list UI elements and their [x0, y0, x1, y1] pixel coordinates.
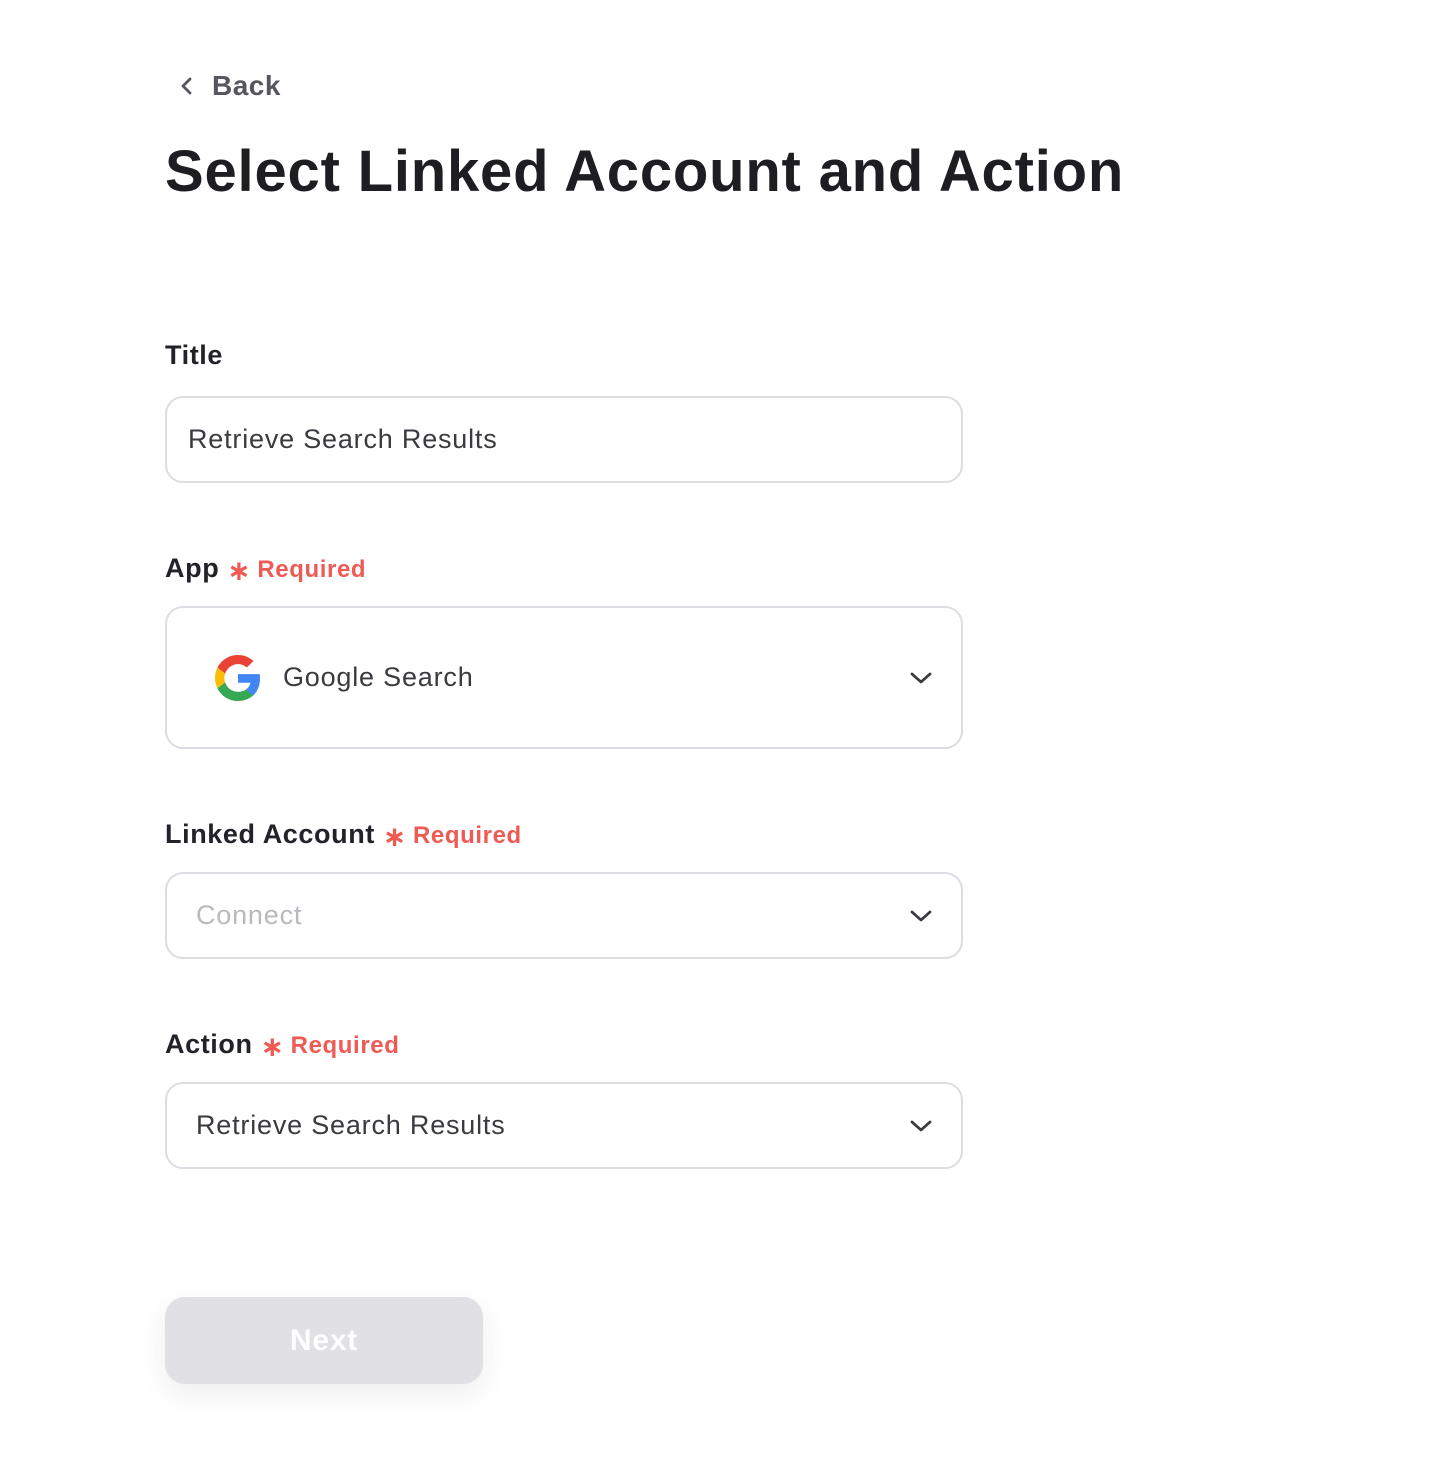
- title-label: Title: [165, 340, 223, 371]
- action-label: Action ∗ Required: [165, 1027, 400, 1062]
- chevron-down-icon: [910, 910, 932, 921]
- title-input[interactable]: Retrieve Search Results: [165, 396, 963, 483]
- required-star-icon: ∗: [227, 555, 252, 586]
- google-logo-icon: [215, 654, 261, 701]
- required-indicator: ∗ Required: [260, 1027, 400, 1062]
- required-text: Required: [290, 1032, 400, 1059]
- required-indicator: ∗ Required: [382, 817, 522, 852]
- chevron-down-icon: [910, 1120, 932, 1131]
- app-label: App ∗ Required: [165, 551, 367, 586]
- back-label: Back: [212, 70, 281, 101]
- title-label-text: Title: [165, 340, 224, 370]
- action-label-text: Action: [165, 1029, 253, 1059]
- linked-account-label: Linked Account ∗ Required: [165, 817, 522, 852]
- next-button[interactable]: Next: [165, 1297, 483, 1384]
- required-text: Required: [257, 556, 367, 583]
- action-select[interactable]: Retrieve Search Results: [165, 1082, 963, 1169]
- action-select-value: Retrieve Search Results: [196, 1110, 506, 1140]
- required-star-icon: ∗: [260, 1031, 285, 1062]
- title-input-value: Retrieve Search Results: [188, 424, 498, 454]
- required-text: Required: [412, 822, 522, 849]
- app-label-text: App: [165, 553, 220, 583]
- linked-account-placeholder: Connect: [196, 900, 303, 930]
- linked-account-select[interactable]: Connect: [165, 872, 963, 959]
- back-link[interactable]: Back: [176, 64, 281, 108]
- page-title: Select Linked Account and Action: [165, 139, 1125, 204]
- app-select[interactable]: Google Search: [165, 606, 963, 749]
- required-indicator: ∗ Required: [227, 551, 367, 586]
- app-select-value: Google Search: [283, 662, 474, 692]
- chevron-left-icon: [181, 77, 192, 95]
- linked-account-label-text: Linked Account: [165, 819, 375, 849]
- required-star-icon: ∗: [382, 821, 407, 852]
- chevron-down-icon: [910, 672, 932, 683]
